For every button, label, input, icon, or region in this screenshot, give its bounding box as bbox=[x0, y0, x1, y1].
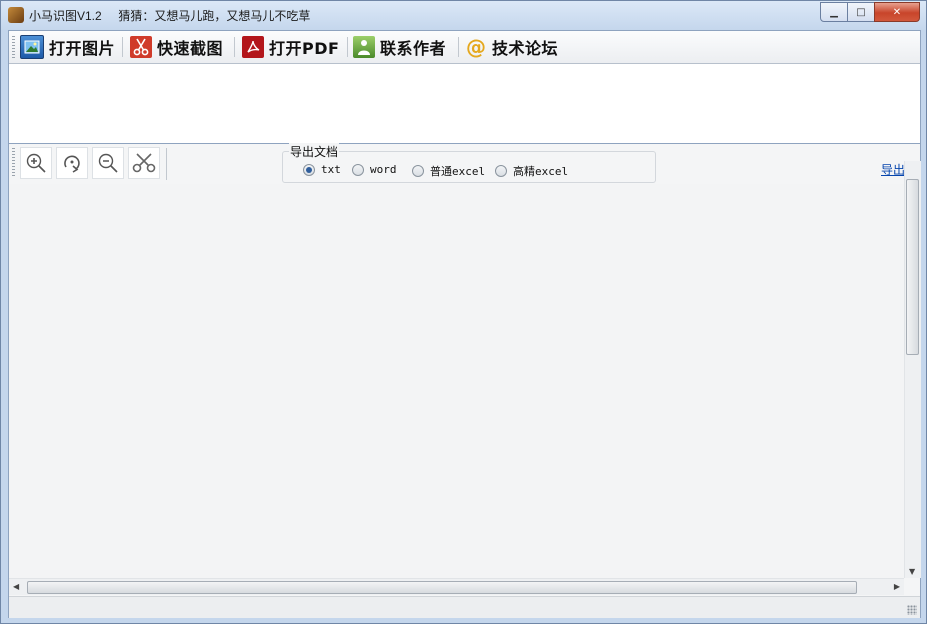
pdf-icon bbox=[242, 36, 264, 58]
app-tagline: 猜猜：又想马儿跑，又想马儿不吃草 bbox=[118, 9, 311, 23]
toolbar-grip[interactable] bbox=[12, 36, 15, 58]
radio-word-label: word bbox=[370, 163, 397, 176]
rotate-button[interactable] bbox=[56, 147, 88, 179]
window-title: 小马识图V1.2 猜猜：又想马儿跑，又想马儿不吃草 bbox=[29, 7, 310, 24]
picture-icon bbox=[20, 35, 44, 59]
radio-hq-excel[interactable]: 高精excel bbox=[495, 163, 568, 179]
crop-button[interactable] bbox=[128, 147, 160, 179]
radio-checked-icon bbox=[303, 163, 315, 176]
radio-txt[interactable]: txt bbox=[303, 163, 341, 176]
tech-forum-label: 技术论坛 bbox=[492, 39, 559, 58]
radio-txt-label: txt bbox=[321, 163, 341, 176]
maximize-button[interactable]: □ bbox=[847, 2, 875, 22]
radio-word[interactable]: word bbox=[352, 163, 397, 176]
radio-unchecked-icon bbox=[412, 165, 424, 177]
toolbar-separator bbox=[458, 37, 459, 57]
author-person-icon bbox=[353, 36, 375, 58]
vertical-scrollbar[interactable]: ▼ bbox=[904, 161, 921, 578]
scroll-right-arrow-icon[interactable]: ▶ bbox=[894, 582, 900, 591]
status-bar bbox=[9, 596, 920, 618]
horizontal-scroll-thumb[interactable] bbox=[27, 581, 857, 594]
quick-screenshot-label: 快速截图 bbox=[157, 39, 224, 58]
app-window: 小马识图V1.2 猜猜：又想马儿跑，又想马儿不吃草 ▁ □ ✕ 打开图片 快速截 bbox=[0, 0, 927, 624]
caption-buttons: ▁ □ ✕ bbox=[820, 2, 920, 22]
radio-hq-excel-label: 高精excel bbox=[513, 165, 569, 178]
toolbar-separator bbox=[122, 37, 123, 57]
maximize-icon: □ bbox=[856, 6, 866, 18]
zoom-out-button[interactable] bbox=[92, 147, 124, 179]
tech-forum-button[interactable]: @ 技术论坛 bbox=[465, 34, 558, 60]
zoom-in-icon bbox=[26, 153, 46, 173]
close-icon: ✕ bbox=[892, 6, 902, 18]
minimize-icon: ▁ bbox=[830, 6, 838, 18]
contact-author-button[interactable]: 联系作者 bbox=[353, 34, 446, 60]
image-toolbar: 导出文档 txt word 普通excel 高精excel 导出 bbox=[9, 143, 920, 184]
open-image-label: 打开图片 bbox=[49, 39, 116, 58]
radio-unchecked-icon bbox=[352, 163, 364, 176]
image-preview-area[interactable] bbox=[9, 184, 904, 579]
title-bar[interactable]: 小马识图V1.2 猜猜：又想马儿跑，又想马儿不吃草 ▁ □ ✕ bbox=[1, 1, 926, 29]
toolbar-separator bbox=[347, 37, 348, 57]
radio-normal-excel[interactable]: 普通excel bbox=[412, 163, 485, 179]
scroll-left-arrow-icon[interactable]: ◀ bbox=[13, 582, 19, 591]
resize-grip-icon[interactable] bbox=[907, 605, 917, 615]
quick-screenshot-button[interactable]: 快速截图 bbox=[130, 34, 223, 60]
main-toolbar: 打开图片 快速截图 打开PDF 联系作者 @ 技术论坛 bbox=[9, 31, 920, 64]
radio-unchecked-icon bbox=[495, 165, 507, 177]
ocr-result-textarea[interactable] bbox=[9, 64, 920, 144]
app-title: 小马识图V1.2 bbox=[29, 9, 102, 23]
toolbar-separator bbox=[234, 37, 235, 57]
scissors-icon bbox=[130, 36, 152, 58]
zoom-in-button[interactable] bbox=[20, 147, 52, 179]
zoom-out-icon bbox=[98, 153, 118, 173]
horizontal-scrollbar[interactable]: ◀ ▶ bbox=[9, 578, 904, 595]
vertical-scroll-thumb[interactable] bbox=[906, 179, 919, 355]
app-horse-icon bbox=[8, 7, 24, 23]
close-button[interactable]: ✕ bbox=[874, 2, 920, 22]
contact-author-label: 联系作者 bbox=[380, 39, 447, 58]
image-toolbar-grip[interactable] bbox=[12, 148, 15, 178]
scissors-crop-icon bbox=[132, 153, 156, 173]
radio-normal-excel-label: 普通excel bbox=[430, 165, 486, 178]
rotate-icon bbox=[64, 155, 80, 173]
open-image-button[interactable]: 打开图片 bbox=[20, 34, 115, 60]
client-area: 打开图片 快速截图 打开PDF 联系作者 @ 技术论坛 导出文档 txt wor… bbox=[8, 30, 921, 618]
at-sign-icon: @ bbox=[466, 35, 486, 59]
image-toolbar-separator bbox=[166, 148, 167, 180]
open-pdf-label: 打开PDF bbox=[269, 39, 340, 58]
scroll-down-arrow-icon[interactable]: ▼ bbox=[909, 567, 915, 576]
minimize-button[interactable]: ▁ bbox=[820, 2, 848, 22]
export-group-title: 导出文档 bbox=[289, 143, 340, 160]
open-pdf-button[interactable]: 打开PDF bbox=[242, 34, 339, 60]
export-link[interactable]: 导出 bbox=[881, 161, 905, 178]
